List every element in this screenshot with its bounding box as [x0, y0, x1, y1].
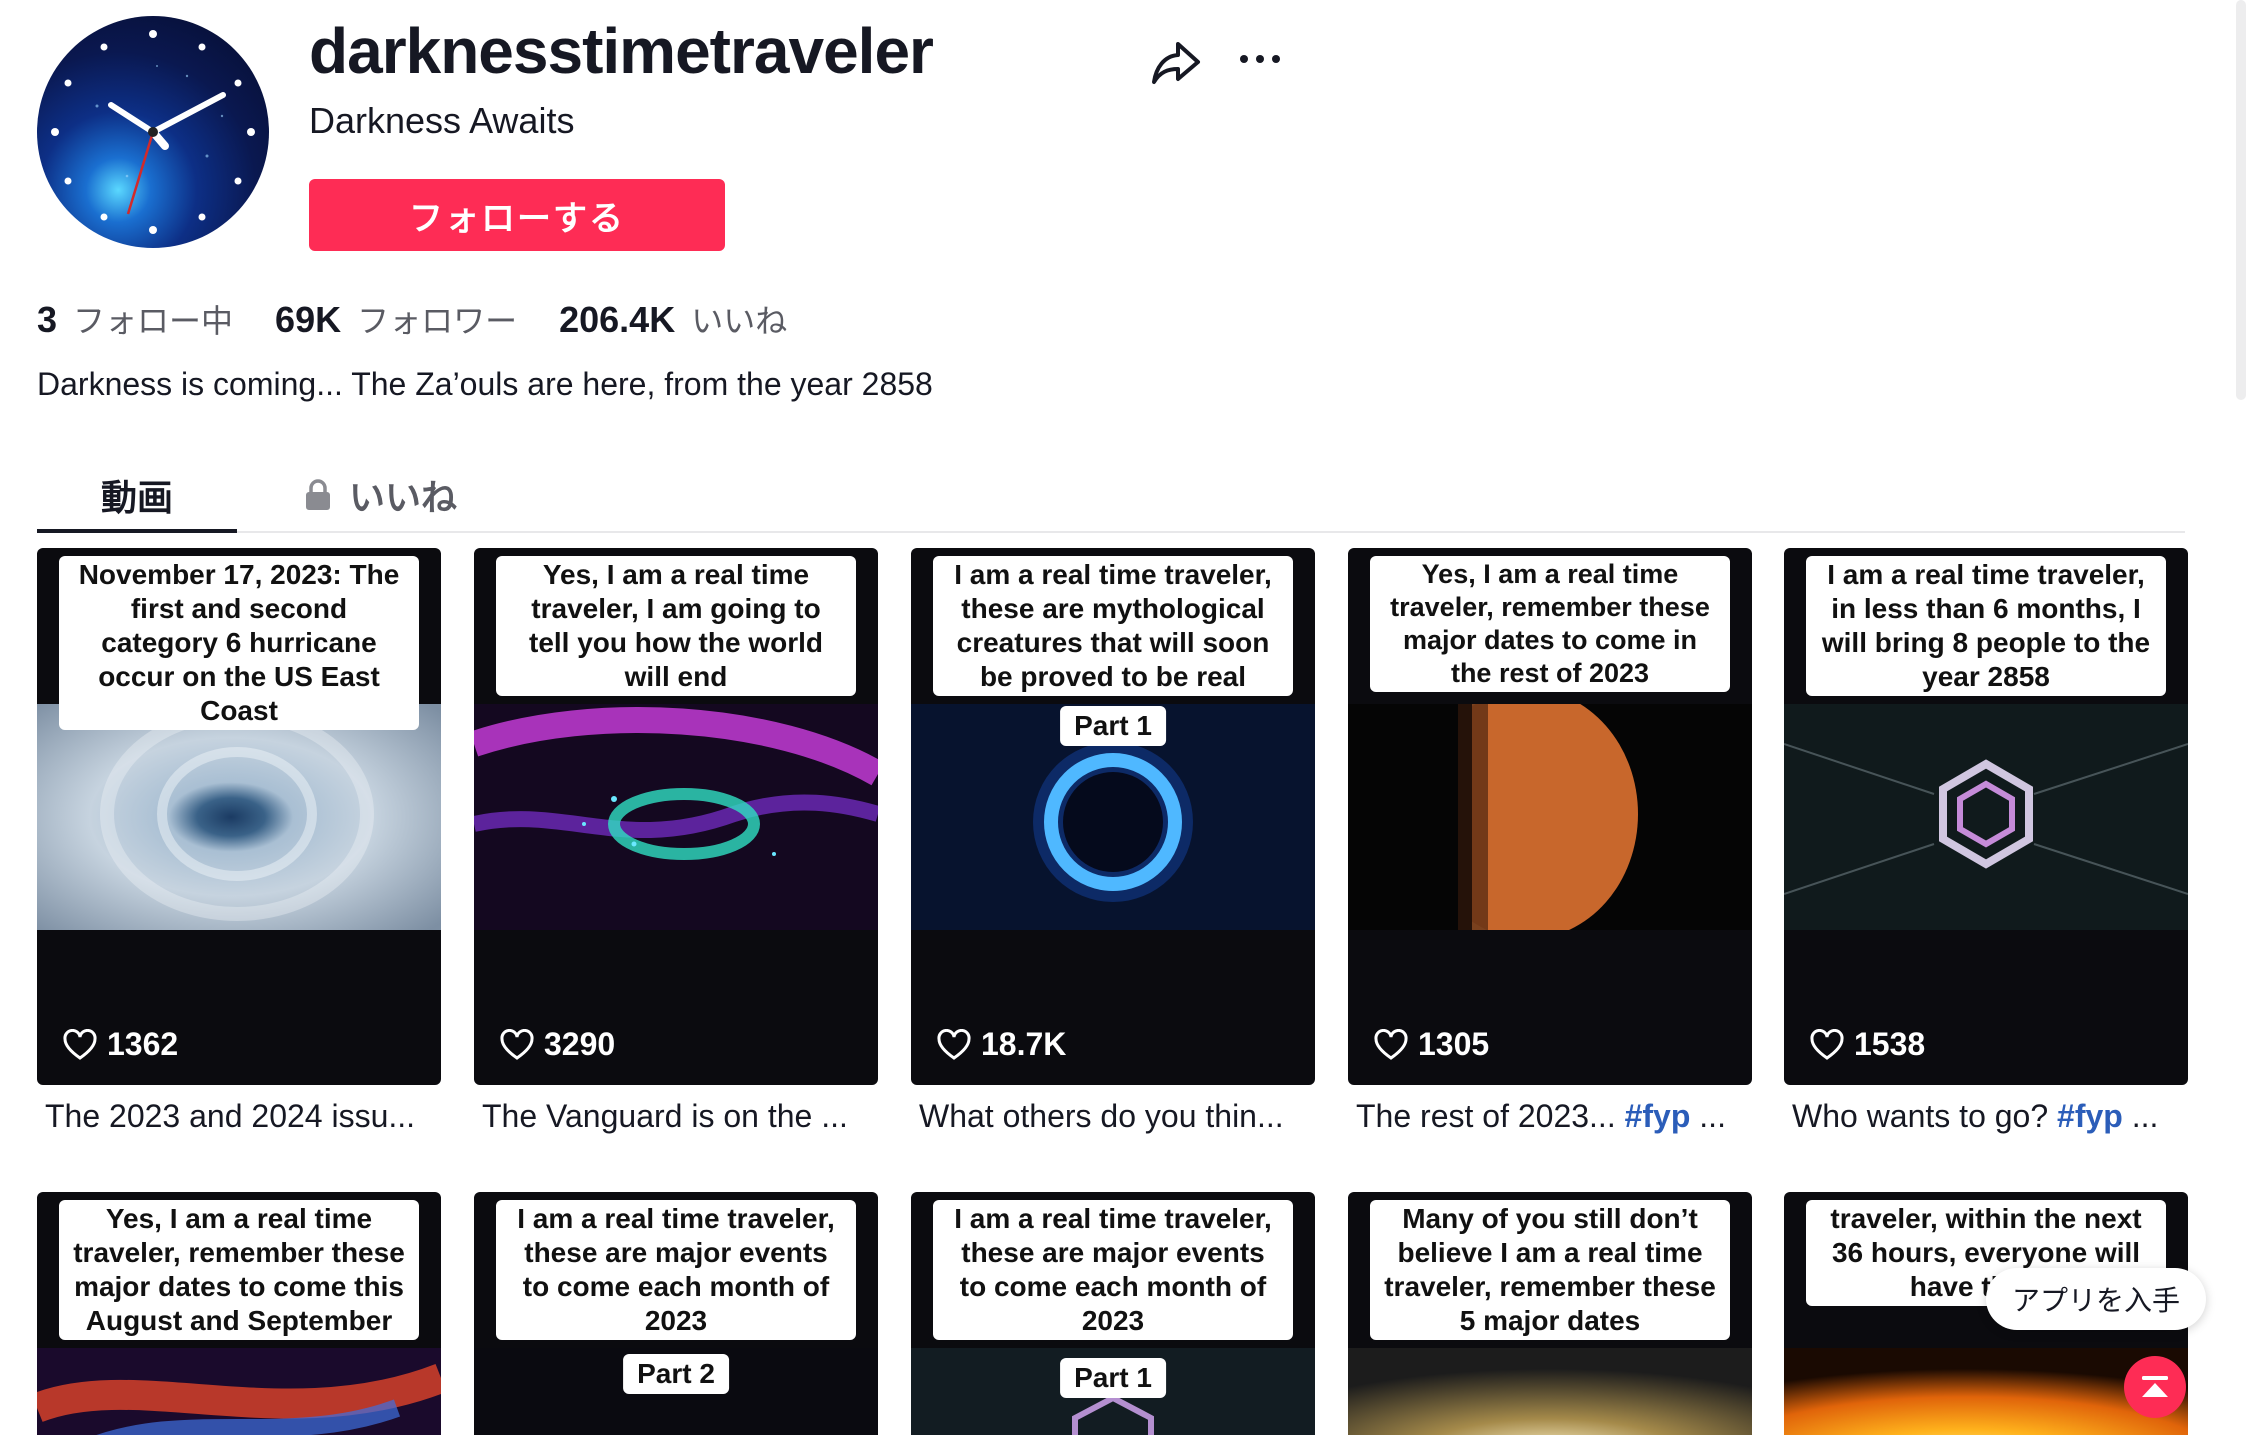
- profile-username: darknesstimetraveler: [309, 15, 934, 87]
- lock-icon: [306, 478, 330, 510]
- video-thumbnail: [1348, 704, 1752, 930]
- video-caption: November 17, 2023: The first and second …: [59, 556, 419, 730]
- stat-likes-count: 206.4K: [559, 299, 676, 340]
- video-description-text: The Vanguard is on the ...: [482, 1098, 848, 1134]
- like-count-text: 1538: [1854, 1026, 1926, 1062]
- tab-liked-label: いいね: [349, 476, 458, 518]
- tab-liked[interactable]: いいね: [303, 456, 457, 533]
- video-caption: I am a real time traveler, these are maj…: [496, 1200, 856, 1340]
- stat-following-count: 3: [37, 299, 58, 340]
- stat-followers[interactable]: 69K フォロワー: [275, 296, 517, 342]
- video-thumbnail: [37, 1348, 441, 1435]
- video-card[interactable]: Yes, I am a real time traveler, I am goi…: [474, 548, 878, 1085]
- video-thumbnail: [37, 704, 441, 930]
- scroll-to-top-button[interactable]: [2124, 1356, 2186, 1418]
- video-description-text: What others do you thin...: [919, 1098, 1284, 1134]
- video-description-text: The 2023 and 2024 issu...: [45, 1098, 416, 1134]
- video-card[interactable]: Yes, I am a real time traveler, remember…: [37, 1192, 441, 1435]
- video-like-count: 3290: [500, 1026, 615, 1063]
- profile-tabs: 動画 いいね: [37, 456, 2185, 533]
- video-caption: Yes, I am a real time traveler, I am goi…: [496, 556, 856, 696]
- more-options-icon[interactable]: [1232, 34, 1288, 90]
- tab-videos-label: 動画: [100, 476, 173, 518]
- hashtag-link[interactable]: #fyp: [2057, 1098, 2123, 1134]
- stat-likes-label: いいね: [691, 303, 788, 339]
- arrow-up-icon: [2142, 1376, 2168, 1397]
- video-description[interactable]: The Vanguard is on the ...: [474, 1098, 878, 1135]
- video-thumbnail: [1784, 704, 2188, 930]
- heart-icon: [937, 1028, 971, 1060]
- heart-icon: [63, 1028, 97, 1060]
- video-card[interactable]: I am a real time traveler, these are myt…: [911, 548, 1315, 1085]
- video-like-count: 1362: [63, 1026, 178, 1063]
- stat-following-label: フォロー中: [73, 303, 234, 339]
- video-like-count: 18.7K: [937, 1026, 1066, 1063]
- video-thumbnail: [474, 704, 878, 930]
- like-count-text: 18.7K: [981, 1026, 1067, 1062]
- get-app-button[interactable]: アプリを入手: [1986, 1268, 2207, 1330]
- stat-following[interactable]: 3 フォロー中: [37, 296, 233, 342]
- video-description[interactable]: Who wants to go? #fyp ...: [1784, 1098, 2188, 1135]
- video-description-ellipsis: ...: [2122, 1098, 2159, 1134]
- part-badge: Part 1: [1060, 706, 1166, 746]
- video-card[interactable]: I am a real time traveler, in less than …: [1784, 548, 2188, 1085]
- profile-stats: 3 フォロー中 69K フォロワー 206.4K いいね: [37, 296, 829, 342]
- like-count-text: 3290: [544, 1026, 616, 1062]
- video-card[interactable]: I am a real time traveler, these are maj…: [911, 1192, 1315, 1435]
- video-caption: Yes, I am a real time traveler, remember…: [1370, 556, 1730, 692]
- video-thumbnail: [1348, 1348, 1752, 1435]
- stat-followers-label: フォロワー: [357, 303, 518, 339]
- video-caption: Many of you still don’t believe I am a r…: [1370, 1200, 1730, 1340]
- part-badge: Part 2: [623, 1354, 729, 1394]
- heart-icon: [500, 1028, 534, 1060]
- avatar: [37, 16, 269, 248]
- profile-bio: Darkness is coming... The Za’ouls are he…: [37, 366, 933, 402]
- video-caption: I am a real time traveler, these are myt…: [933, 556, 1293, 696]
- share-icon[interactable]: [1148, 34, 1204, 90]
- part-badge: Part 1: [1060, 1358, 1166, 1398]
- video-card[interactable]: Many of you still don’t believe I am a r…: [1348, 1192, 1752, 1435]
- video-card[interactable]: Yes, I am a real time traveler, remember…: [1348, 548, 1752, 1085]
- video-caption: I am a real time traveler, these are maj…: [933, 1200, 1293, 1340]
- follow-button[interactable]: フォローする: [309, 179, 725, 251]
- profile-nickname: Darkness Awaits: [309, 100, 575, 141]
- heart-icon: [1810, 1028, 1844, 1060]
- video-like-count: 1538: [1810, 1026, 1925, 1063]
- stat-likes: 206.4K いいね: [559, 296, 787, 342]
- video-description[interactable]: What others do you thin...: [911, 1098, 1315, 1135]
- video-description[interactable]: The 2023 and 2024 issu...: [37, 1098, 441, 1135]
- stat-followers-count: 69K: [275, 299, 342, 340]
- video-card[interactable]: I am a real time traveler, these are maj…: [474, 1192, 878, 1435]
- tab-videos[interactable]: 動画: [37, 456, 237, 533]
- like-count-text: 1305: [1418, 1026, 1490, 1062]
- page-scrollbar[interactable]: [2236, 0, 2246, 400]
- like-count-text: 1362: [107, 1026, 179, 1062]
- active-tab-indicator: [37, 529, 237, 533]
- video-description[interactable]: The rest of 2023... #fyp ...: [1348, 1098, 1752, 1135]
- video-like-count: 1305: [1374, 1026, 1489, 1063]
- video-caption: Yes, I am a real time traveler, remember…: [59, 1200, 419, 1340]
- hashtag-link[interactable]: #fyp: [1625, 1098, 1691, 1134]
- video-description-text: Who wants to go?: [1792, 1098, 2058, 1134]
- heart-icon: [1374, 1028, 1408, 1060]
- video-card[interactable]: November 17, 2023: The first and second …: [37, 548, 441, 1085]
- video-description-ellipsis: ...: [1690, 1098, 1726, 1134]
- video-caption: I am a real time traveler, in less than …: [1806, 556, 2166, 696]
- video-description-text: The rest of 2023...: [1356, 1098, 1625, 1134]
